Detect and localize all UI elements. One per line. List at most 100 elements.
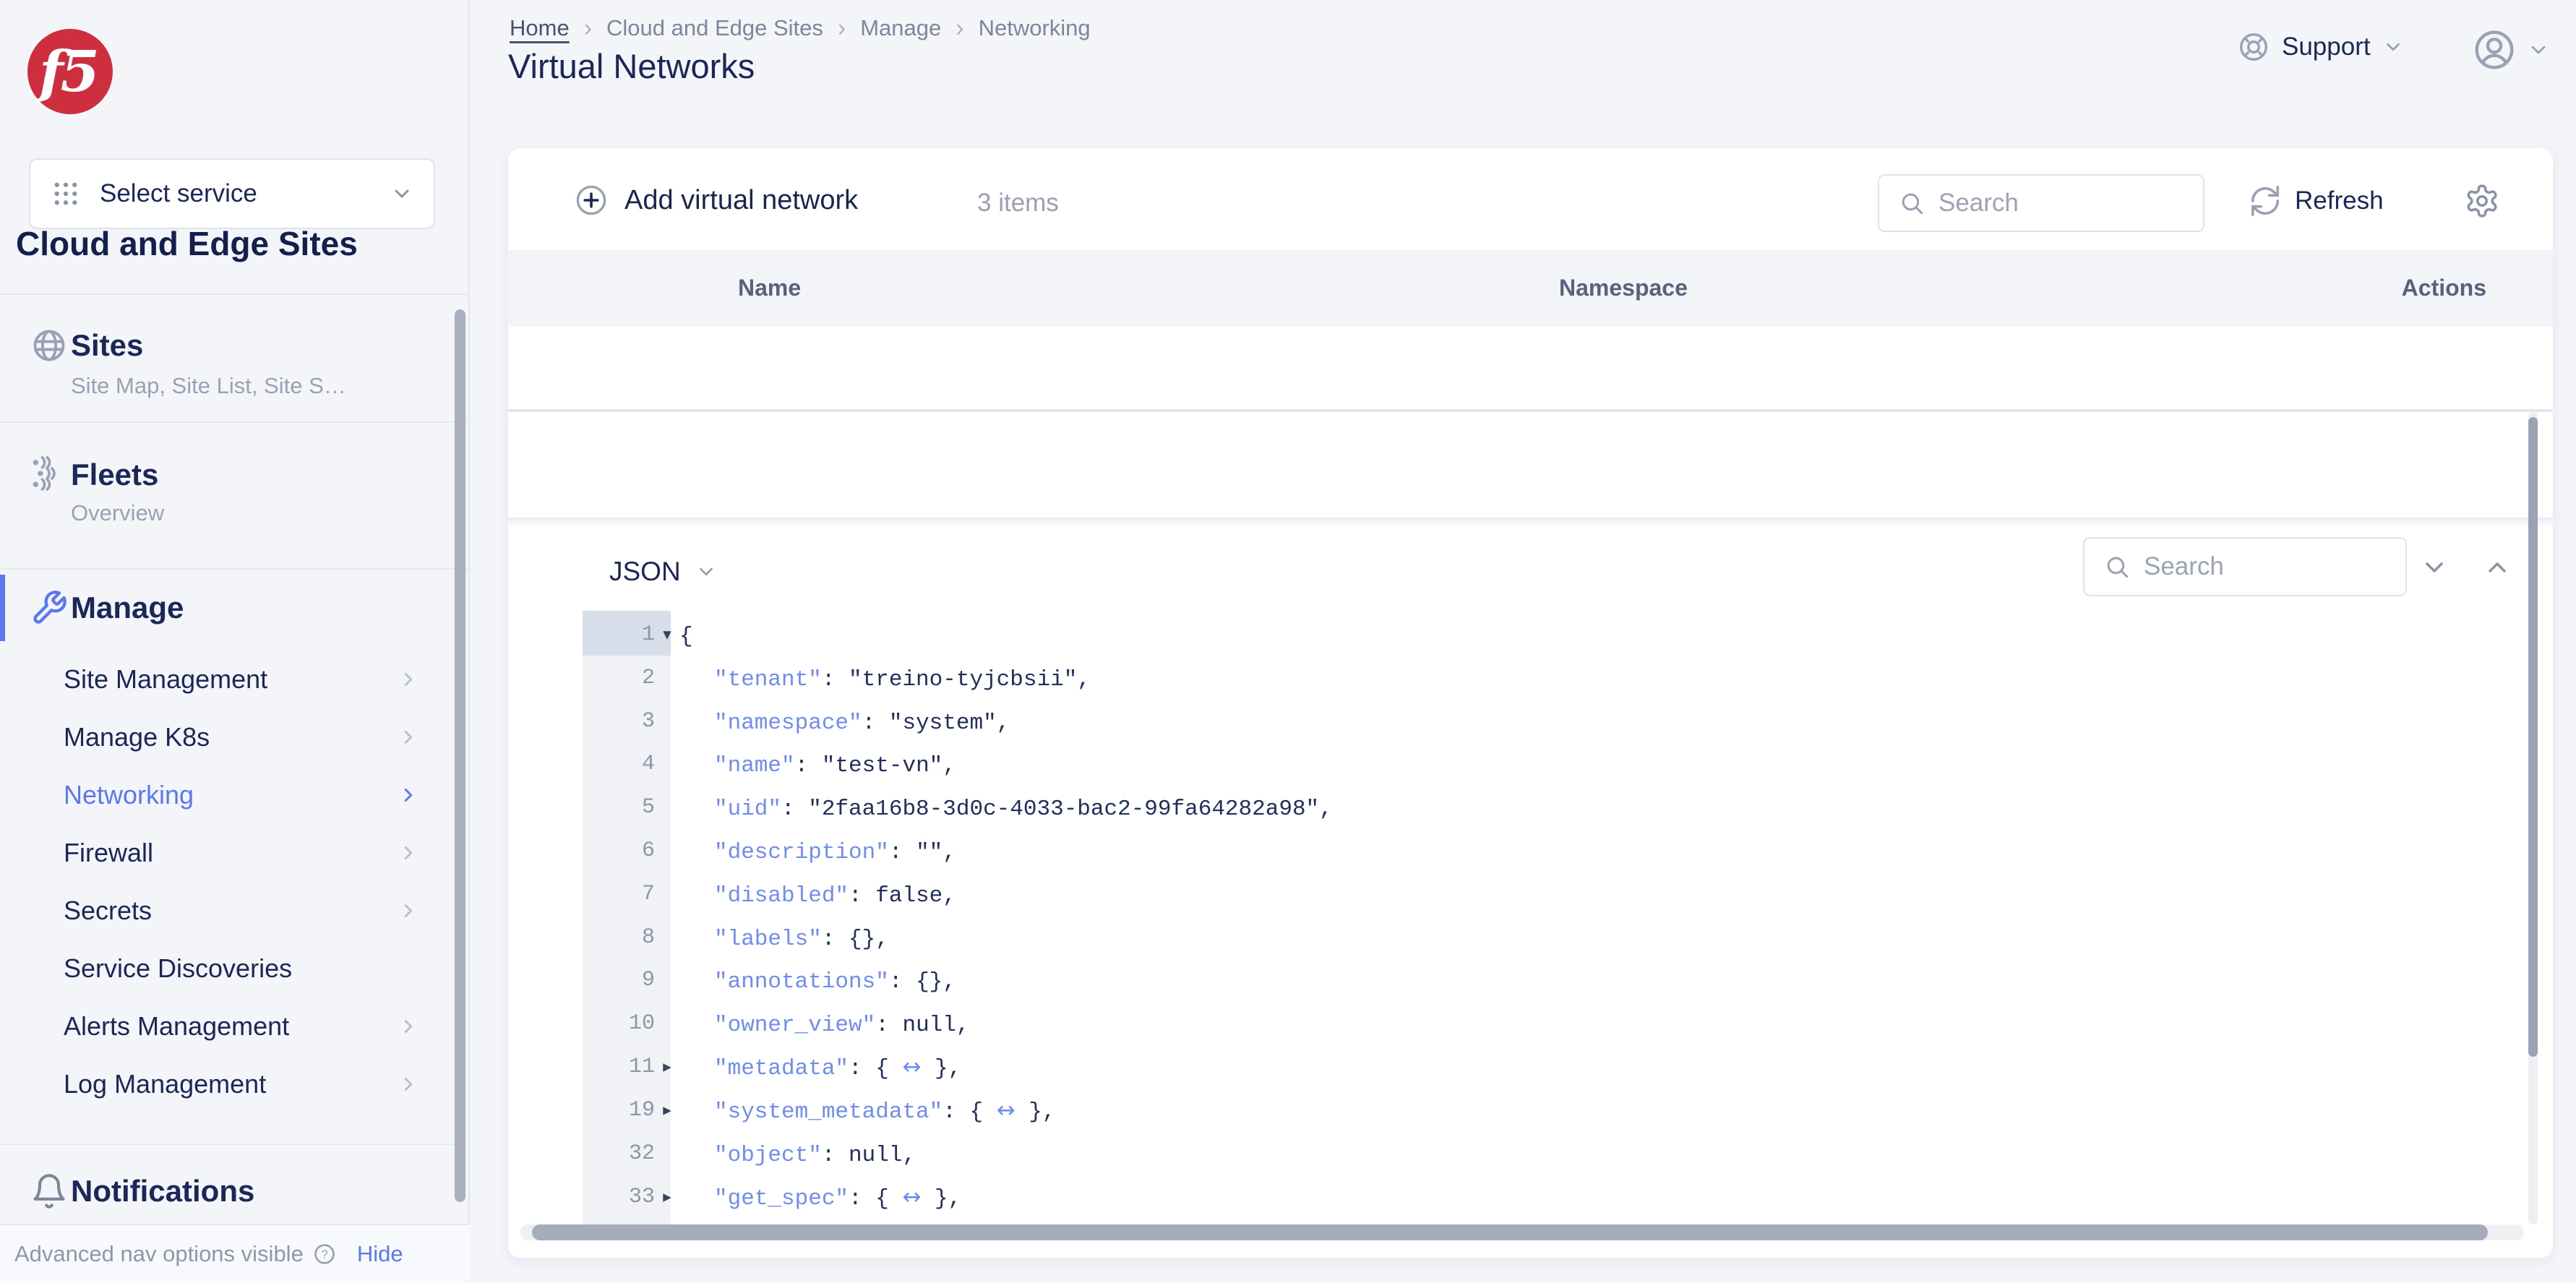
chevron-right-icon: [404, 846, 413, 859]
table-search-input[interactable]: Search: [1878, 174, 2204, 232]
chevron-down-icon[interactable]: [2420, 553, 2449, 582]
chevron-right-icon: [404, 731, 413, 744]
divider: [0, 293, 470, 295]
chevron-down-icon: [2386, 43, 2400, 51]
chevron-down-icon: [395, 189, 409, 198]
collapsed-object-icon[interactable]: ↔: [997, 1097, 1016, 1123]
vertical-scrollbar-thumb[interactable]: [2528, 417, 2538, 1057]
lifebuoy-icon: [2240, 33, 2267, 61]
sidebar-item-subtitle: Overview: [71, 500, 165, 525]
support-label: Support: [2282, 33, 2371, 61]
globe-icon: [33, 330, 65, 361]
chevron-separator-icon: [956, 14, 963, 43]
json-line: 33 ▸ "get_spec": { ↔ },: [508, 1175, 2517, 1219]
advanced-nav-text: Advanced nav options visible: [14, 1241, 304, 1266]
search-placeholder: Search: [1939, 189, 2019, 217]
divider: [0, 568, 470, 570]
breadcrumb-home[interactable]: Home: [510, 15, 570, 41]
json-line: 3 "namespace": "system",: [641, 709, 1010, 736]
product-title: Cloud and Edge Sites: [16, 225, 358, 262]
expand-toggle-icon[interactable]: ▸: [658, 1045, 677, 1089]
json-line: 5 "uid": "2faa16b8-3d0c-4033-bac2-99fa642…: [641, 795, 1333, 822]
sidebar-item-alerts-management[interactable]: Alerts Management: [64, 1010, 289, 1042]
chevron-right-icon: [404, 1078, 413, 1091]
search-placeholder: Search: [2144, 552, 2224, 580]
chevron-up-icon[interactable]: [2483, 553, 2512, 582]
sidebar-scrollbar[interactable]: [455, 309, 465, 1202]
sidebar-item-label: Fleets: [71, 458, 159, 492]
json-line: 32 "object": null,: [628, 1141, 916, 1168]
breadcrumb: Home Cloud and Edge Sites Manage Network…: [510, 13, 1091, 43]
virtual-networks-card: Add virtual network 3 items Search Refre…: [508, 148, 2553, 1258]
json-line: 4 "name": "test-vn",: [641, 752, 956, 778]
sidebar-footer: Advanced nav options visible ? Hide: [0, 1224, 470, 1283]
sidebar-item-manage-k8s[interactable]: Manage K8s: [64, 721, 210, 753]
f5-logo[interactable]: f5: [27, 29, 113, 114]
table-row[interactable]: public shared: [508, 327, 2553, 562]
hide-link[interactable]: Hide: [357, 1241, 403, 1267]
table-header: Name Namespace Actions: [508, 250, 2553, 327]
expand-toggle-icon[interactable]: ▸: [658, 1089, 677, 1132]
json-search-input[interactable]: Search: [2083, 537, 2407, 596]
horizontal-scrollbar-thumb[interactable]: [532, 1224, 2488, 1240]
chevron-down-icon: [2531, 46, 2546, 54]
sidebar-item-firewall[interactable]: Firewall: [64, 837, 153, 869]
search-icon: [2107, 557, 2129, 578]
gear-icon[interactable]: [2464, 183, 2500, 219]
sidebar-item-label: Notifications: [71, 1174, 255, 1208]
sidebar-item-service-discoveries[interactable]: Service Discoveries: [64, 953, 292, 984]
sidebar-item-networking[interactable]: Networking: [64, 779, 194, 811]
collapsed-object-icon[interactable]: ↔: [902, 1054, 921, 1080]
chevron-right-icon: [404, 1020, 413, 1033]
help-circle-icon[interactable]: ?: [312, 1242, 337, 1266]
refresh-icon: [2251, 186, 2280, 216]
json-line: 1 ▾{: [508, 613, 2517, 656]
json-line: 7 "disabled": false,: [641, 882, 956, 909]
divider: [0, 1143, 470, 1145]
wrench-icon: [33, 591, 66, 624]
json-line: 19 ▸ "system_metadata": { ↔ },: [508, 1089, 2517, 1132]
select-service-label: Select service: [100, 179, 257, 207]
json-line: 9 "annotations": {},: [641, 968, 956, 995]
user-menu[interactable]: [2472, 27, 2550, 72]
json-code-area[interactable]: 1 ▾{ 2 "tenant": "treino-tyjcbsii", 3 "name…: [508, 607, 2525, 1224]
avatar-icon: [2475, 30, 2514, 69]
sidebar-item-log-management[interactable]: Log Management: [64, 1068, 266, 1100]
sidebar-item-label: Manage: [71, 591, 184, 625]
json-line: 8 "labels": {},: [641, 925, 889, 952]
support-menu[interactable]: Support: [2237, 30, 2404, 64]
breadcrumb-manage[interactable]: Manage: [860, 15, 941, 41]
collapsed-object-icon[interactable]: ↔: [902, 1184, 921, 1210]
sidebar-item-site-management[interactable]: Site Management: [64, 664, 267, 695]
column-header-namespace: Namespace: [1559, 275, 1688, 301]
grid-icon: [54, 182, 77, 205]
json-viewer: JSON Search 1 ▾{ 2 "tenant": "treino-tyjcb…: [508, 518, 2553, 1224]
column-header-name: Name: [738, 275, 802, 301]
page-title: Virtual Networks: [508, 47, 755, 85]
chevron-right-icon: [404, 904, 413, 917]
sidebar: f5 Select service Cloud and Edge Sites S…: [0, 0, 470, 1283]
json-line: 2 "tenant": "treino-tyjcbsii",: [641, 666, 1091, 692]
format-selector[interactable]: JSON: [609, 557, 717, 587]
expand-toggle-icon[interactable]: ▸: [658, 1175, 677, 1219]
items-count: 3 items: [977, 189, 1059, 217]
json-line: 6 "description": "",: [641, 838, 956, 865]
add-virtual-network-button[interactable]: Add virtual network: [574, 183, 858, 218]
sidebar-item-subtitle: Site Map, Site List, Site S…: [71, 373, 346, 398]
sidebar-item-secrets[interactable]: Secrets: [64, 895, 152, 927]
table-row[interactable]: test-vn system: [508, 412, 2553, 745]
sidebar-item-label: Sites: [71, 328, 144, 362]
refresh-button[interactable]: Refresh: [2249, 184, 2384, 218]
chevron-right-icon: [404, 789, 413, 802]
divider: [0, 421, 470, 423]
select-service-dropdown[interactable]: Select service: [29, 158, 435, 229]
chevron-separator-icon: [584, 14, 592, 43]
bell-icon: [33, 1174, 65, 1209]
chevron-separator-icon: [838, 14, 846, 43]
breadcrumb-cloud-edge-sites[interactable]: Cloud and Edge Sites: [606, 15, 823, 41]
svg-text:?: ?: [321, 1248, 327, 1261]
json-line: 10 "owner_view": null,: [628, 1011, 970, 1038]
fleets-icon: [33, 456, 56, 491]
collapse-toggle-icon[interactable]: ▾: [658, 613, 677, 656]
column-header-actions: Actions: [2401, 275, 2486, 301]
